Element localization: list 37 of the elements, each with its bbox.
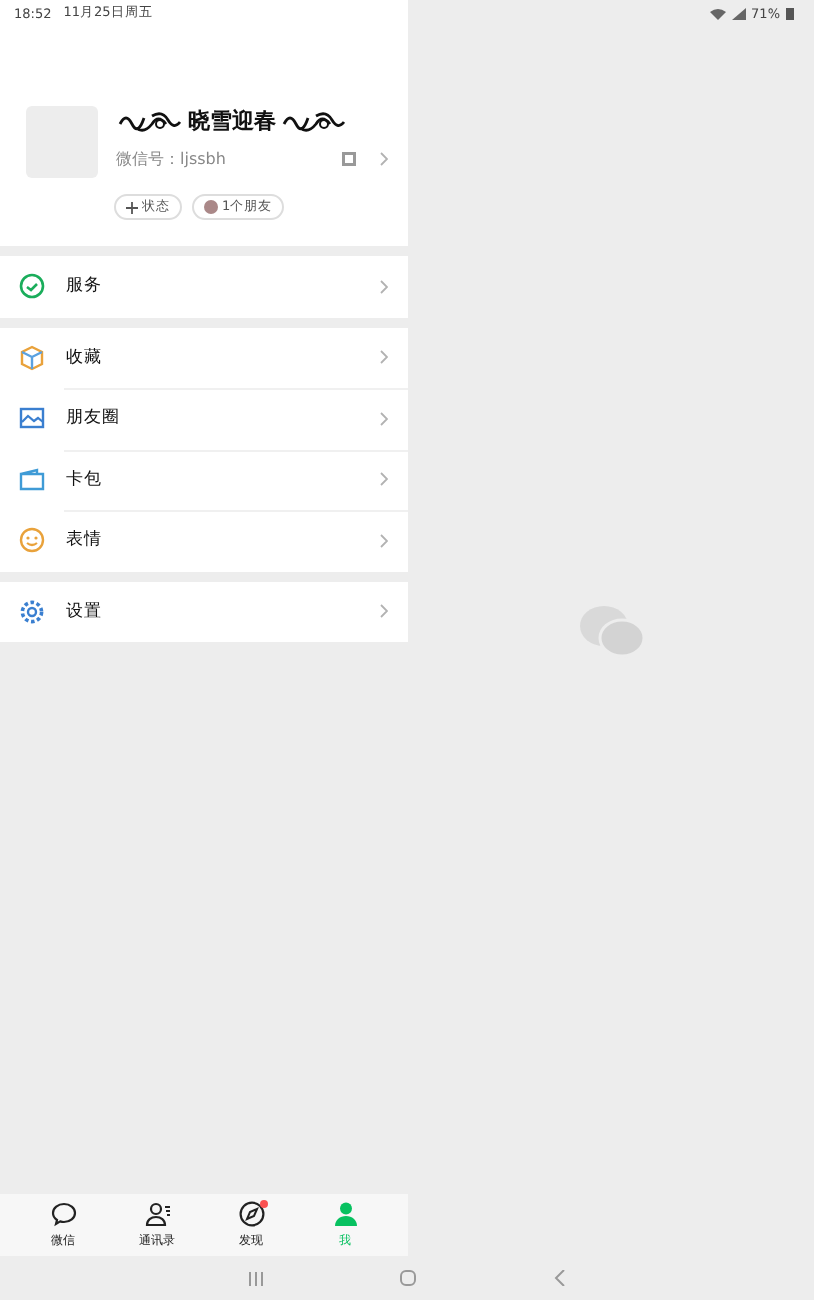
chevron-icon [380,279,388,294]
wechat-id: 微信号：ljssbh [116,148,228,170]
recent-apps-icon[interactable] [248,1271,265,1285]
back-icon[interactable] [553,1270,566,1286]
chevron-icon [380,411,388,426]
settings-icon [18,597,46,626]
wifi-icon [709,7,726,19]
wallet-icon [18,465,46,494]
compass-icon [237,1200,265,1228]
contacts-icon [143,1200,171,1228]
chevron-icon [380,350,388,365]
chat-logo-icon [577,603,645,659]
chevron-icon [380,604,388,619]
plus-icon [126,201,138,213]
menu-item[interactable]: 收藏 [0,327,408,388]
chevron-icon [380,472,388,487]
home-icon[interactable] [400,1270,417,1286]
signal-icon [731,7,746,19]
ornament-icon [116,107,184,135]
menu-item[interactable]: 服务 [0,256,408,317]
menu-item[interactable]: 表情 [0,510,408,571]
image-icon [18,404,46,433]
friend-avatar-icon [204,200,218,214]
smiley-icon [18,526,46,555]
chevron-icon [380,533,388,548]
cube-icon [18,343,46,372]
chat-bubble-icon [49,1200,77,1228]
qr-code-icon[interactable] [342,152,356,166]
menu-item[interactable]: 设置 [0,581,408,642]
nickname: 晓雪迎春 [188,106,276,136]
menu-item[interactable]: 朋友圈 [0,388,408,449]
chevron-icon [380,152,388,166]
check-bubble-icon [18,272,46,301]
person-icon [331,1200,359,1228]
menu-item[interactable]: 卡包 [0,449,408,510]
ornament-icon [280,107,348,135]
battery-icon [786,6,794,20]
